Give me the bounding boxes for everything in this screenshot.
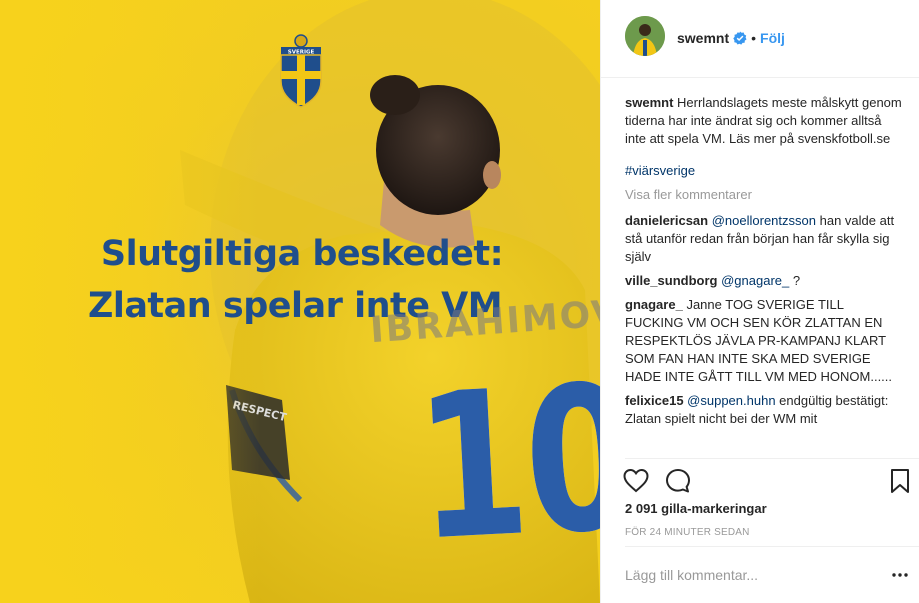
sweden-crest-logo: SVERIGE (280, 34, 322, 108)
avatar[interactable] (625, 16, 665, 56)
comment-author[interactable]: gnagare_ (625, 297, 683, 312)
add-comment-input[interactable] (625, 567, 885, 583)
follow-button[interactable]: Följ (760, 30, 785, 46)
likes-count[interactable]: 2 091 gilla-markeringar (625, 501, 767, 516)
separator-dot: • (751, 30, 757, 46)
hashtag-link[interactable]: #viärsverige (625, 163, 695, 178)
comment-author[interactable]: ville_sundborg (625, 273, 717, 288)
heart-icon[interactable] (623, 468, 649, 494)
more-options-icon[interactable] (892, 567, 908, 583)
bookmark-icon[interactable] (889, 468, 911, 494)
comment-bubble-icon[interactable] (665, 468, 691, 494)
comment-author[interactable]: danielericsan (625, 213, 708, 228)
comments-list[interactable]: swemnt Herrlandslagets meste målskytt ge… (625, 94, 905, 458)
post-timestamp[interactable]: FÖR 24 MINUTER SEDAN (625, 527, 750, 538)
comment-mention[interactable]: @suppen.huhn (687, 393, 775, 408)
jersey-number: 10 (411, 341, 600, 586)
add-comment-bar (625, 546, 919, 603)
verified-badge-icon (733, 31, 747, 45)
headline-line-1: Slutgiltiga beskedet: (100, 234, 504, 274)
comment-mention[interactable]: @noellorentzsson (712, 213, 816, 228)
caption-author[interactable]: swemnt (625, 95, 673, 110)
caption-hashtag-line: #viärsverige (625, 162, 905, 180)
post-header: swemnt • Följ (601, 0, 919, 78)
caption: swemnt Herrlandslagets meste målskytt ge… (625, 94, 905, 148)
username-link[interactable]: swemnt (677, 30, 729, 46)
comment-mention[interactable]: @gnagare_ (721, 273, 789, 288)
comment-author[interactable]: felixice15 (625, 393, 684, 408)
comment-item: danielericsan @noellorentzsson han valde… (625, 212, 905, 266)
comment-text: ? (789, 273, 801, 288)
comment-item: gnagare_ Janne TOG SVERIGE TILL FUCKING … (625, 296, 905, 386)
comment-item: ville_sundborg @gnagare_ ? (625, 272, 905, 290)
post-image[interactable]: RESPECT SVERIGE Slutgiltiga beskedet: Zl… (0, 0, 600, 603)
post-side-panel: swemnt • Följ swemnt Herrlandslagets mes… (600, 0, 919, 603)
comment-item: felixice15 @suppen.huhn endgültig bestät… (625, 392, 905, 428)
load-more-comments-button[interactable]: Visa fler kommentarer (625, 186, 905, 204)
